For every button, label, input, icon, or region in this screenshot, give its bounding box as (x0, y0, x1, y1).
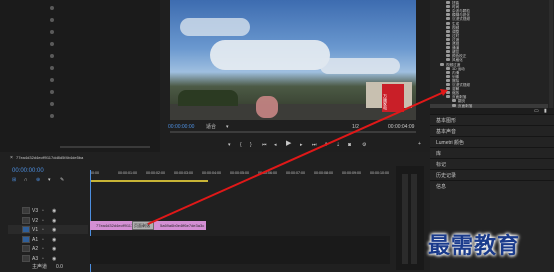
annotation-arrow (147, 89, 448, 225)
